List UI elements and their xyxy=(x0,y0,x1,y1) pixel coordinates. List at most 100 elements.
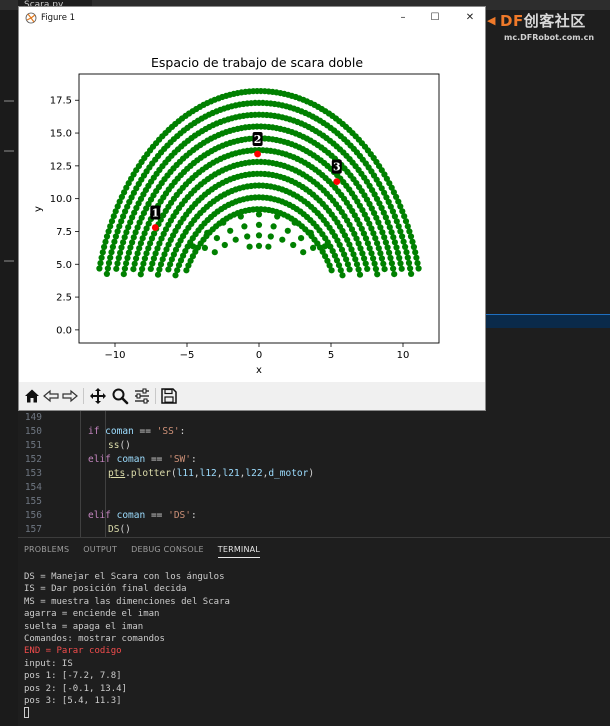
workspace-point xyxy=(98,254,105,261)
y-tick-label: 2.5 xyxy=(56,293,72,304)
tab-debug-console[interactable]: DEBUG CONSOLE xyxy=(131,544,204,558)
line-number: 149 xyxy=(24,412,42,423)
close-button[interactable]: ✕ xyxy=(459,10,481,26)
code-token: coman xyxy=(116,510,146,521)
workspace-point xyxy=(387,254,394,262)
code-line[interactable]: 152 elif coman == 'SW': xyxy=(18,453,610,467)
tab-terminal[interactable]: TERMINAL xyxy=(217,544,261,558)
workspace-point xyxy=(108,249,115,256)
watermark-arrow-icon: ◀ xyxy=(487,14,496,27)
workspace-point xyxy=(390,265,397,272)
y-tick-label: 0.0 xyxy=(56,325,72,336)
matplotlib-icon xyxy=(25,12,37,24)
code-token: l22 xyxy=(245,468,263,479)
y-tick-label: 17.5 xyxy=(50,96,72,107)
forward-icon[interactable] xyxy=(61,387,79,405)
workspace-point xyxy=(381,266,388,273)
x-tick-label: −5 xyxy=(180,350,195,361)
point-label: 2 xyxy=(254,133,262,146)
y-tick-label: 10.0 xyxy=(50,194,72,205)
workspace-point xyxy=(255,232,263,239)
toolbar-separator xyxy=(83,388,84,404)
code-line[interactable]: 156 elif coman == 'DS': xyxy=(18,509,610,523)
workspace-point xyxy=(111,238,118,245)
workspace-point xyxy=(131,260,138,267)
workspace-point xyxy=(121,265,128,272)
figure-background xyxy=(19,29,485,382)
terminal-line: Comandos: mostrar comandos xyxy=(24,633,165,644)
y-tick-label: 15.0 xyxy=(50,129,72,140)
code-token: 'SS' xyxy=(156,426,180,437)
scatter-plot[interactable]: Espacio de trabajo de scara doble 1 2 3 −1… xyxy=(19,29,485,382)
code-editor[interactable]: 149 150 if coman == 'SS': 151 ss() 152 elif co… xyxy=(18,411,610,537)
workspace-point xyxy=(134,250,141,257)
workspace-point xyxy=(413,254,420,261)
workspace-point xyxy=(270,223,277,230)
tab-output[interactable]: OUTPUT xyxy=(83,544,117,558)
workspace-point xyxy=(165,266,172,273)
workspace-point xyxy=(125,249,132,256)
workspace-point xyxy=(414,260,421,267)
code-line[interactable]: 154 xyxy=(18,481,610,495)
line-number: 154 xyxy=(24,482,42,493)
zoom-icon[interactable] xyxy=(111,387,129,405)
maximize-button[interactable]: ☐ xyxy=(424,10,446,26)
workspace-point xyxy=(356,271,364,278)
watermark-logo-text: 创客社区 xyxy=(523,12,586,30)
workspace-point xyxy=(141,255,148,262)
workspace-point xyxy=(133,255,140,262)
workspace-point xyxy=(403,249,410,256)
workspace-point xyxy=(118,244,125,251)
workspace-point xyxy=(391,271,398,278)
workspace-point xyxy=(244,233,251,240)
save-icon[interactable] xyxy=(160,387,178,405)
workspace-point xyxy=(291,219,298,226)
code-line[interactable]: 153 pts.plotter(l11,l12,l21,l22,d_motor) xyxy=(18,467,610,481)
back-icon[interactable] xyxy=(42,387,60,405)
workspace-point xyxy=(96,265,103,272)
line-number: 157 xyxy=(24,524,42,535)
configure-icon[interactable] xyxy=(133,387,151,405)
workspace-point xyxy=(114,260,121,267)
code-token: coman xyxy=(105,426,134,437)
figure-window[interactable]: Figure 1 – ☐ ✕ Espacio de trabajo de sca… xyxy=(18,6,486,411)
code-line[interactable]: 149 xyxy=(18,411,610,425)
x-tick-label: 0 xyxy=(256,350,262,361)
home-icon[interactable] xyxy=(23,387,41,405)
toolbar-separator xyxy=(155,388,156,404)
code-text: if coman == 'SS': xyxy=(88,425,185,439)
workspace-point xyxy=(112,233,119,240)
activity-marker xyxy=(4,150,14,152)
workspace-point xyxy=(388,260,395,267)
target-point xyxy=(333,178,341,186)
workspace-point xyxy=(97,260,104,267)
workspace-point xyxy=(130,266,137,273)
pan-icon[interactable] xyxy=(89,387,107,405)
line-number: 155 xyxy=(24,496,42,507)
terminal-line: IS = Dar posición final decida xyxy=(24,584,187,595)
workspace-point xyxy=(408,270,415,277)
workspace-point xyxy=(398,265,405,272)
code-token: l21 xyxy=(222,468,240,479)
code-line[interactable]: 150 if coman == 'SS': xyxy=(18,425,610,439)
workspace-point xyxy=(232,236,239,243)
code-line[interactable]: 157 DS() xyxy=(18,523,610,537)
tab-problems[interactable]: PROBLEMS xyxy=(24,544,69,558)
workspace-point xyxy=(246,243,253,250)
workspace-point xyxy=(124,254,131,262)
workspace-point xyxy=(109,243,116,250)
terminal-line: pos 1: [-7.2, 7.8] xyxy=(24,671,122,682)
workspace-point xyxy=(139,265,146,273)
terminal[interactable]: DS = Manejar el Scara con los ángulos IS … xyxy=(24,571,604,720)
current-line-highlight xyxy=(486,314,610,328)
figure-title-bar[interactable]: Figure 1 – ☐ ✕ xyxy=(19,7,485,29)
code-line[interactable]: 155 xyxy=(18,495,610,509)
code-token: ) xyxy=(308,468,315,479)
code-line[interactable]: 151 ss() xyxy=(18,439,610,453)
workspace-point xyxy=(364,265,371,272)
workspace-point xyxy=(265,243,272,250)
minimize-button[interactable]: – xyxy=(392,10,414,26)
terminal-line: END = Parar codigo xyxy=(24,646,122,657)
workspace-point xyxy=(255,242,263,249)
workspace-point xyxy=(404,254,411,261)
